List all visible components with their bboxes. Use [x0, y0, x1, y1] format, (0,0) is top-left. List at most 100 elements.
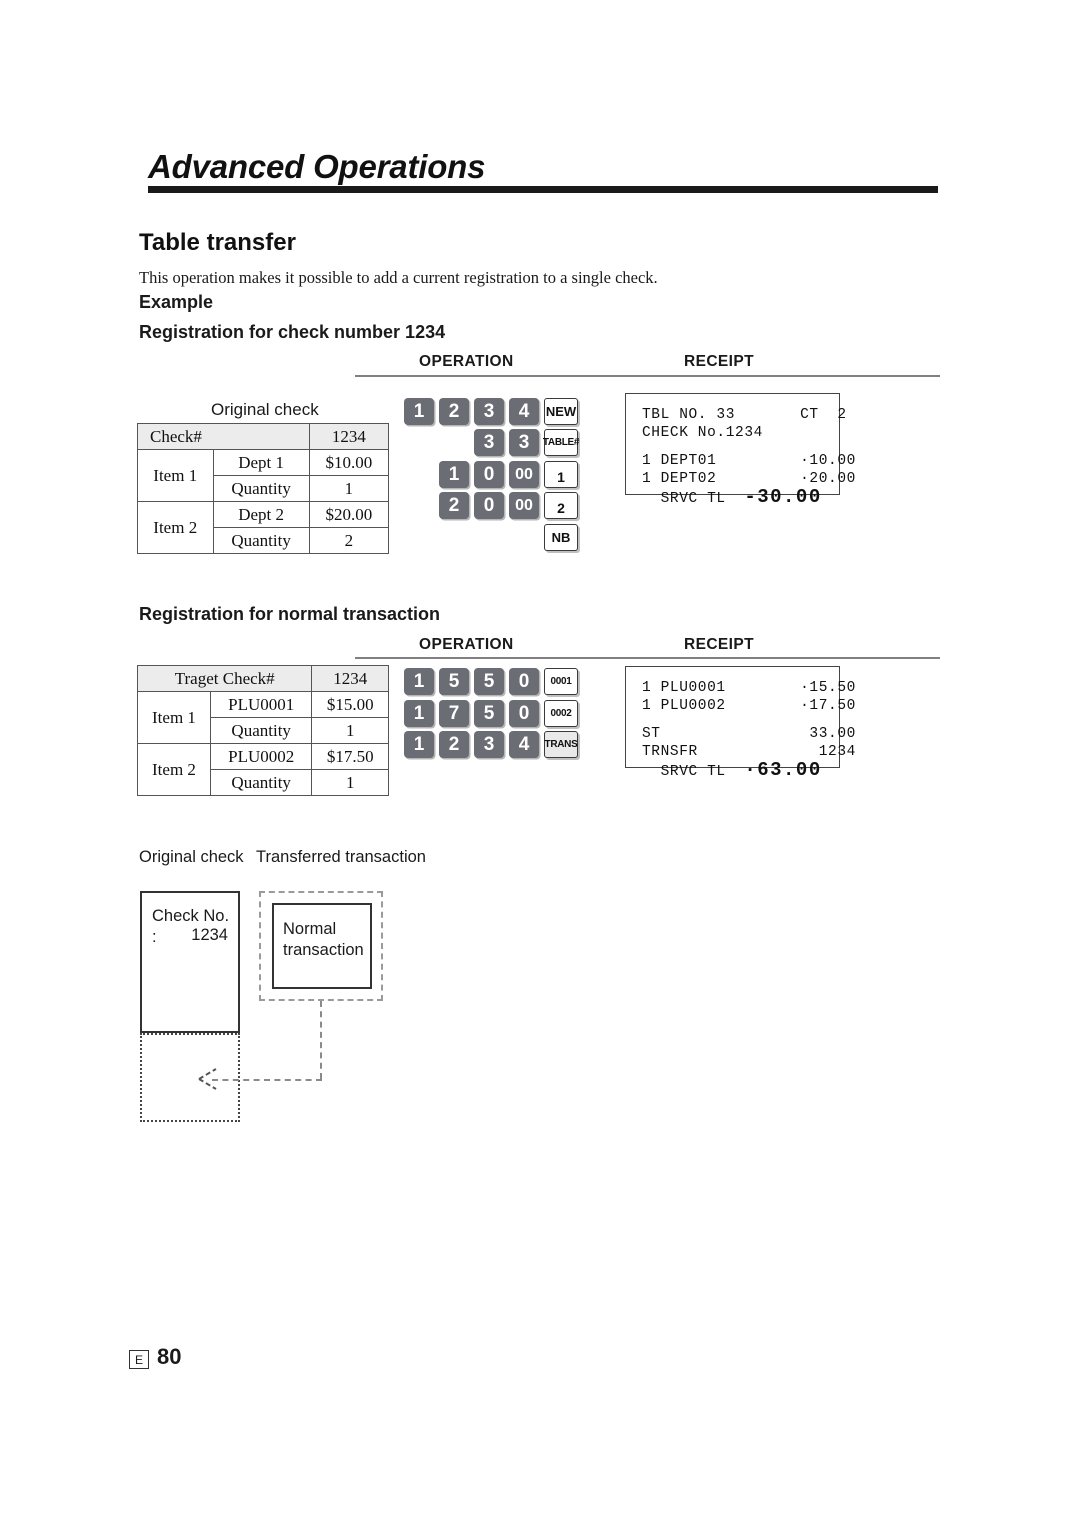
- keypad-row: 1 5 5 0 0001: [404, 668, 578, 695]
- normal-transaction-label-1: Normal: [283, 920, 337, 938]
- table-cell-name: Quantity: [209, 769, 313, 796]
- table-cell-item: Item 1: [137, 449, 214, 502]
- diagram-label-transferred: Transferred transaction: [256, 848, 426, 866]
- key-5[interactable]: 5: [439, 668, 469, 695]
- table-cell-value: 1: [308, 475, 390, 502]
- document-page: Advanced Operations Table transfer This …: [0, 0, 1080, 1527]
- key-0[interactable]: 0: [509, 668, 539, 695]
- receipt-line: CHECK No.1234: [642, 425, 763, 441]
- block-1-header-rule: [355, 375, 940, 377]
- receipt-total-line: SRVC TL -30.00: [642, 488, 823, 508]
- section-title: Table transfer: [139, 229, 296, 256]
- table-cell-value: $20.00: [308, 501, 390, 528]
- key-3[interactable]: 3: [509, 429, 539, 456]
- key-5[interactable]: 5: [474, 700, 504, 727]
- table-header-value: 1234: [308, 423, 390, 450]
- block-2-receipt: 1 PLU0001 ·15.50 1 PLU0002 ·17.50 ST 33.0…: [625, 666, 856, 780]
- key-0[interactable]: 0: [474, 492, 504, 519]
- block-2-header-rule: [355, 657, 940, 659]
- table-cell-value: $10.00: [308, 449, 390, 476]
- receipt-spacer: [642, 442, 823, 452]
- key-0002[interactable]: 0002: [544, 700, 578, 727]
- table-cell-value: 1: [311, 769, 389, 796]
- block-1-heading: Registration for check number 1234: [139, 322, 446, 342]
- key-1[interactable]: 1: [404, 700, 434, 727]
- block-2-heading: Registration for normal transaction: [139, 604, 441, 624]
- keypad-row: 1 2 3 4 NEW: [404, 398, 578, 425]
- table-cell-name: Quantity: [212, 527, 310, 554]
- key-7[interactable]: 7: [439, 700, 469, 727]
- receipt-line: 1 PLU0002 ·17.50: [642, 698, 856, 714]
- key-nb[interactable]: NB: [544, 524, 578, 551]
- example-label: Example: [139, 292, 214, 312]
- key-1[interactable]: 1: [404, 398, 434, 425]
- key-3[interactable]: 3: [474, 398, 504, 425]
- connector-vertical: [320, 1001, 322, 1079]
- block-1-receipt-header: RECEIPT: [684, 353, 754, 370]
- keypad-row: 2 0 00 2: [439, 492, 578, 519]
- block-1-table: Check# 1234 Item 1 Dept 1 $10.00 Quantit…: [137, 423, 390, 554]
- chapter-rule: [148, 186, 938, 193]
- receipt-total-line: SRVC TL ·63.00: [642, 761, 823, 781]
- table-cell-item: Item 2: [137, 743, 211, 796]
- key-1[interactable]: 1: [404, 731, 434, 758]
- table-row: Traget Check# 1234: [136, 665, 389, 692]
- block-2-operation-header: OPERATION: [419, 636, 514, 653]
- key-3[interactable]: 3: [474, 731, 504, 758]
- key-5[interactable]: 5: [474, 668, 504, 695]
- key-trans[interactable]: TRANS: [544, 731, 578, 758]
- chapter-title: Advanced Operations: [148, 148, 486, 185]
- key-2[interactable]: 2: [544, 492, 578, 519]
- key-1[interactable]: 1: [404, 668, 434, 695]
- block-2-receipt-header: RECEIPT: [684, 636, 754, 653]
- table-cell-value: $15.00: [311, 691, 389, 718]
- key-1[interactable]: 1: [439, 461, 469, 488]
- key-new[interactable]: NEW: [544, 398, 578, 425]
- keypad-row: NB: [544, 524, 578, 551]
- normal-transaction-label-2: transaction: [283, 941, 364, 959]
- keypad-row: 1 7 5 0 0002: [404, 700, 578, 727]
- table-cell-name: Quantity: [209, 717, 313, 744]
- table-cell-value: 1: [311, 717, 389, 744]
- key-2[interactable]: 2: [439, 731, 469, 758]
- key-2[interactable]: 2: [439, 398, 469, 425]
- key-0[interactable]: 0: [509, 700, 539, 727]
- receipt-line: TBL NO. 33 CT 2: [642, 407, 847, 423]
- block-2-table: Traget Check# 1234 Item 1 PLU0001 $15.00…: [136, 665, 389, 796]
- keypad-row: 1 0 00 1: [439, 461, 578, 488]
- table-cell-name: Quantity: [212, 475, 310, 502]
- table-row: Check# 1234: [137, 423, 390, 450]
- table-header-value: 1234: [311, 665, 389, 692]
- receipt-total-amount: ·63.00: [744, 759, 822, 781]
- block-1-table-caption: Original check: [211, 400, 319, 419]
- key-table-[interactable]: TABLE#: [543, 429, 579, 456]
- footer-language-badge: E: [129, 1350, 149, 1369]
- key-0[interactable]: 0: [474, 461, 504, 488]
- key-4[interactable]: 4: [509, 398, 539, 425]
- key-00[interactable]: 00: [509, 492, 539, 519]
- table-cell-item: Item 2: [137, 501, 214, 554]
- key-4[interactable]: 4: [509, 731, 539, 758]
- receipt-line: 1 DEPT01 ·10.00: [642, 453, 856, 469]
- table-cell-item: Item 1: [137, 691, 211, 744]
- footer-page-number: 80: [157, 1344, 182, 1369]
- receipt-total-label: SRVC TL: [642, 764, 745, 780]
- receipt-spacer: [642, 715, 823, 725]
- table-cell-value: 2: [308, 527, 390, 554]
- key-2[interactable]: 2: [439, 492, 469, 519]
- table-header-label: Check#: [137, 423, 310, 450]
- table-row: Item 2 PLU0002 $17.50: [137, 743, 389, 796]
- key-1[interactable]: 1: [544, 461, 578, 488]
- key-3[interactable]: 3: [474, 429, 504, 456]
- key-00[interactable]: 00: [509, 461, 539, 488]
- original-check-number: 1234: [191, 926, 228, 944]
- connector-arrowhead-icon: [198, 1068, 217, 1090]
- block-1-operation-header: OPERATION: [419, 353, 514, 370]
- table-row: Item 1 PLU0001 $15.00: [137, 691, 389, 744]
- table-row: Item 2 Dept 2 $20.00: [137, 501, 390, 554]
- receipt-total-amount: -30.00: [744, 486, 822, 508]
- table-cell-name: Dept 1: [212, 449, 310, 476]
- key-0001[interactable]: 0001: [544, 668, 578, 695]
- table-cell-name: PLU0001: [209, 691, 313, 718]
- receipt-total-label: SRVC TL: [642, 491, 745, 507]
